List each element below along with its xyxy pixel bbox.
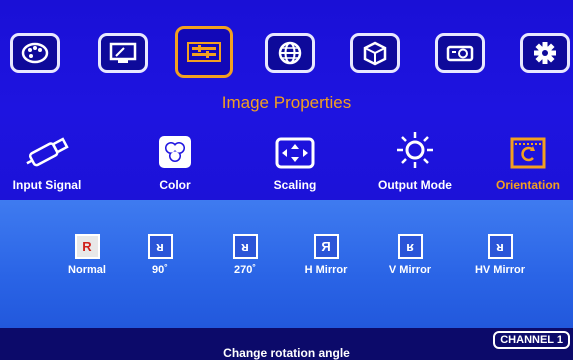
option-glyph: ᴚ	[487, 234, 513, 259]
projector-icon	[446, 45, 474, 62]
option-glyph: ᴚ	[232, 234, 258, 259]
main-menu-tabs	[0, 10, 573, 90]
tab-palette[interactable]	[10, 33, 60, 73]
category-label: Input Signal	[12, 178, 82, 192]
tab-settings[interactable]	[520, 33, 570, 73]
gear-icon	[534, 42, 556, 64]
category-label: Output Mode	[378, 178, 452, 192]
rotate-icon	[510, 137, 546, 169]
sun-icon	[397, 132, 433, 168]
orientation-option-h-mirror[interactable]: Я H Mirror	[296, 234, 356, 276]
category-label: Color	[159, 178, 191, 192]
category-bar: Input Signal Color Scaling Output Mode O…	[0, 130, 573, 200]
category-output-mode[interactable]: Output Mode	[370, 130, 460, 192]
category-input-signal[interactable]: Input Signal	[12, 130, 82, 192]
status-message: Change rotation angle	[223, 346, 350, 360]
status-bar: CHANNEL 1 Change rotation angle	[0, 328, 573, 360]
tab-3d[interactable]	[350, 33, 400, 73]
option-label: H Mirror	[304, 264, 348, 276]
option-glyph: R	[74, 234, 100, 259]
orientation-option-90[interactable]: ᴚ 90˚	[140, 234, 180, 276]
option-glyph: ʁ	[397, 234, 423, 259]
category-label: Scaling	[273, 178, 317, 192]
option-label: 270˚	[233, 264, 257, 276]
orientation-option-normal[interactable]: R Normal	[62, 234, 112, 276]
image-properties-icon	[187, 42, 221, 62]
category-orientation[interactable]: Orientation	[488, 130, 568, 192]
3d-cube-icon	[363, 41, 387, 66]
category-color[interactable]: Color	[135, 130, 215, 192]
category-label: Orientation	[495, 178, 560, 192]
tab-globe[interactable]	[265, 33, 315, 73]
palette-icon	[21, 42, 49, 64]
tab-monitor[interactable]	[98, 33, 148, 73]
option-label: V Mirror	[388, 264, 432, 276]
color-circles-icon	[159, 136, 191, 168]
globe-icon	[278, 41, 302, 65]
option-glyph: Я	[313, 234, 339, 259]
section-title: Image Properties	[221, 93, 352, 112]
orientation-option-v-mirror[interactable]: ʁ V Mirror	[380, 234, 440, 276]
orientation-option-270[interactable]: ᴚ 270˚	[225, 234, 265, 276]
scaling-arrows-icon	[275, 137, 315, 169]
usb-plug-icon	[26, 137, 69, 167]
option-label: HV Mirror	[474, 264, 526, 276]
tab-projector[interactable]	[435, 33, 485, 73]
option-glyph: ᴚ	[147, 234, 173, 259]
tab-image-properties[interactable]	[175, 26, 233, 78]
monitor-icon	[109, 42, 137, 63]
option-label: 90˚	[152, 264, 168, 276]
option-label: Normal	[68, 264, 106, 276]
category-scaling[interactable]: Scaling	[255, 130, 335, 192]
orientation-option-hv-mirror[interactable]: ᴚ HV Mirror	[462, 234, 538, 276]
